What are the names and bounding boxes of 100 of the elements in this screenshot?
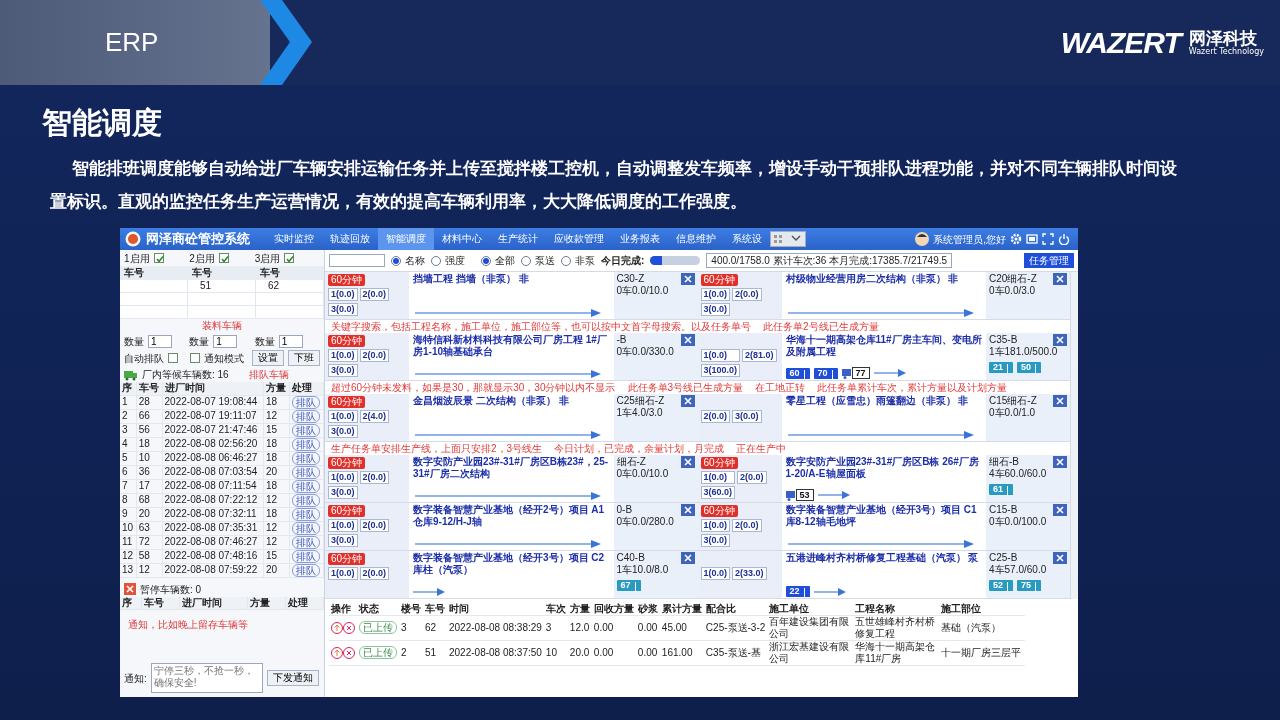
mix-spec: -B — [616, 334, 627, 346]
table-cell: 63 — [136, 521, 163, 535]
task-progress: 4车57.0/60.0 — [989, 564, 1048, 576]
column-header: 砂浆 — [635, 603, 660, 616]
column-header: 工程名称 — [853, 603, 940, 616]
column-header: 车号 — [423, 603, 447, 616]
annotation-text: 关键字搜索，包括工程名称，施工单位，施工部位等，也可以按中文首字母搜索。以及任务单号 — [331, 320, 751, 333]
annotation-text: 正在生产中 — [736, 442, 787, 455]
table-cell: 66 — [136, 409, 163, 423]
table-cell: 3 — [399, 615, 423, 641]
stats-text: 400.0/1758.0 累计车次:36 本月完成:17385.7/21749.5 — [706, 253, 953, 268]
column-header: 车号 — [256, 266, 324, 280]
table-cell: 0.00 — [591, 640, 636, 666]
field-label: 通知: — [124, 671, 147, 686]
mix-spec: C35-B — [989, 334, 1018, 346]
table-cell: 15 — [263, 549, 290, 563]
annotation-text: 排队车辆 — [248, 368, 289, 381]
truck-number: 77 — [851, 367, 870, 379]
table-cell: 2022-08-08 08:38:29 — [447, 615, 544, 641]
table-cell: 十一期厂房三层平 — [939, 640, 1026, 666]
annotation-text: 在工地正转 — [755, 381, 806, 394]
time-badge: 60分钟 — [328, 505, 366, 517]
checkbox-label: 2启用 — [189, 251, 215, 266]
table-cell: C25-泵送-3-2 — [703, 615, 768, 641]
column-header: 车号 — [136, 382, 163, 395]
table-cell: 2022-08-08 07:59:22 — [162, 563, 264, 577]
table-cell: 华海十一期高架仓库11#厂房 — [853, 640, 940, 666]
table-cell: 18 — [263, 507, 290, 521]
annotation-text: 生产任务单安排生产线，上面只安排2，3号线生 — [331, 442, 543, 455]
table-cell: 18 — [263, 437, 290, 451]
column-header: 操作 — [329, 603, 357, 616]
column-header: 配合比 — [703, 603, 768, 616]
table-cell: 10 — [120, 521, 137, 535]
column-header: 施工部位 — [939, 603, 1026, 616]
table-cell: 20 — [263, 563, 290, 577]
mix-spec: C15-B — [989, 504, 1018, 516]
table-cell: 1 — [120, 395, 137, 409]
mix-spec: 0-B — [616, 504, 633, 516]
table-cell: 2022-08-08 07:32:11 — [162, 507, 264, 521]
queue-title: 厂内等候车辆数: 16 — [142, 368, 229, 382]
table-cell: 2022-08-08 07:22:12 — [162, 493, 264, 507]
checkbox-label: 通知模式 — [204, 351, 244, 366]
table-cell: 12 — [263, 493, 290, 507]
table-cell: 12 — [263, 409, 290, 423]
time-badge: 60分钟 — [328, 553, 366, 565]
user-greeting: 系统管理员,您好 — [933, 232, 1006, 247]
time-badge: 60分钟 — [328, 274, 366, 286]
table-cell: 18 — [136, 437, 163, 451]
column-header: 时间 — [447, 603, 544, 616]
mix-spec: 细石-Z — [616, 456, 646, 468]
table-cell: 0.00 — [635, 615, 660, 641]
annotation-text: 装料车辆 — [202, 320, 242, 332]
table-cell: 2022-08-08 02:56:20 — [162, 437, 264, 451]
time-badge: 60分钟 — [328, 396, 366, 408]
checkbox-label: 1启用 — [124, 251, 150, 266]
column-header: 方量 — [567, 603, 592, 616]
column-header: 处理 — [289, 382, 324, 395]
table-cell: 12 — [120, 549, 137, 563]
table-cell: 18 — [263, 479, 290, 493]
mix-spec: C40-B — [616, 552, 645, 564]
table-cell: 2022-08-08 07:11:54 — [162, 479, 264, 493]
table-cell: 百年建设集团有限公司 — [767, 615, 854, 641]
table-cell: 51 — [423, 640, 447, 666]
time-badge: 60分钟 — [700, 457, 738, 469]
slide-title: 智能调度 — [42, 104, 163, 142]
table-cell: 10 — [543, 640, 568, 666]
table-cell: 68 — [136, 493, 163, 507]
table-cell: 72 — [136, 535, 163, 549]
annotation-text: 通知，比如晚上留存车辆等 — [128, 619, 248, 631]
table-cell: 9 — [120, 507, 137, 521]
checkbox-label: 3启用 — [254, 251, 281, 266]
table-cell: 基础（汽泵） — [939, 615, 1026, 641]
status-badge: 已上传 — [359, 646, 397, 659]
mix-spec: 细石-B — [989, 456, 1019, 468]
table-cell: 20 — [263, 465, 290, 479]
table-cell: 7 — [120, 479, 137, 493]
table-cell: 2022-08-07 21:47:46 — [162, 423, 264, 437]
table-cell: 62 — [256, 280, 324, 293]
column-header: 楼号 — [399, 603, 423, 616]
column-header: 处理 — [285, 596, 324, 610]
column-header: 方量 — [263, 382, 290, 395]
truck-number: 53 — [795, 489, 814, 501]
table-cell: 12 — [263, 535, 290, 549]
annotation-text: 此任务单3号线已生成方量 — [627, 381, 744, 394]
header-title: ERP — [105, 26, 159, 59]
table-cell: 2022-08-08 07:03:54 — [162, 465, 264, 479]
table-cell: 0.00 — [635, 640, 660, 666]
table-cell: 12 — [263, 521, 290, 535]
radio-label: 名称 — [405, 254, 425, 268]
table-cell: 2022-08-08 08:37:50 — [447, 640, 544, 666]
radio-label: 全部 — [495, 254, 515, 268]
column-header: 回收方量 — [591, 603, 636, 616]
table-cell: 51 — [188, 280, 256, 293]
field-label: 数量 — [254, 334, 275, 349]
table-cell: 28 — [136, 395, 163, 409]
table-cell: 3 — [543, 615, 568, 641]
annotation-text: 今日计划，已完成，余量计划，月完成 — [554, 442, 725, 455]
annotation-text: 超过60分钟未发料，如果是30，那就显示30，30分钟以内不显示 — [331, 381, 616, 394]
column-header: 车号 — [120, 266, 188, 280]
table-cell: 12.0 — [567, 615, 592, 641]
